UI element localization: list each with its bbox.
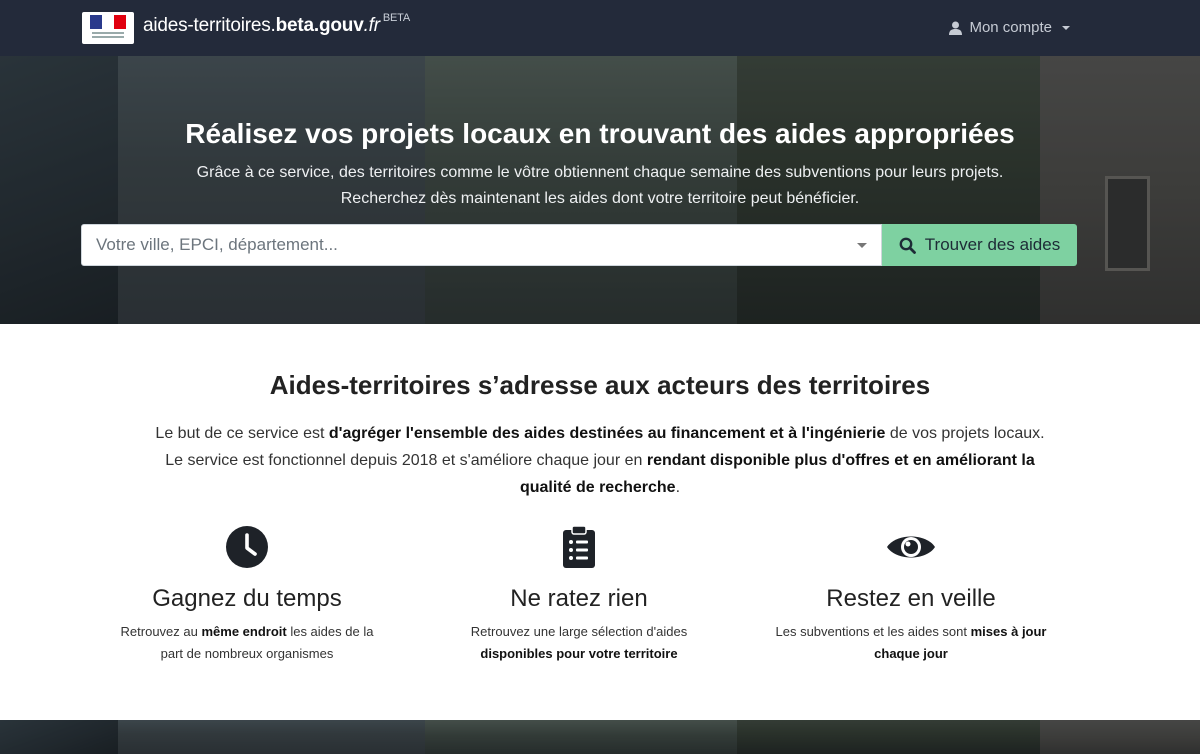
feature-description: Retrouvez une large sélection d'aides di…	[470, 624, 688, 661]
hero-subtitle-line-2: Recherchez dès maintenant les aides dont…	[340, 190, 860, 207]
beta-badge: BETA	[382, 12, 410, 24]
site-brand-link[interactable]: aides-territoires.beta.gouv.fr BETA	[143, 12, 410, 37]
feature-description: Retrouvez au même endroit les aides de l…	[120, 624, 374, 661]
hero-section: Réalisez vos projets locaux en trouvant …	[0, 56, 1200, 324]
brand-suffix: .fr	[363, 15, 381, 36]
dropdown-caret-icon[interactable]	[857, 242, 867, 248]
about-line-3: qualité de recherche.	[519, 479, 681, 496]
feature-description: Les subventions et les aides sont mises …	[775, 624, 1047, 661]
brand-prefix: aides-territoires.	[143, 15, 276, 36]
feature-title: Restez en veille	[826, 585, 996, 612]
clock-icon	[87, 525, 407, 569]
about-title: Aides-territoires s’adresse aux acteurs …	[269, 370, 931, 400]
about-intro: Le but de ce service est d'agréger l'ens…	[0, 420, 1200, 501]
territory-search-input[interactable]	[96, 235, 857, 255]
flag-icon	[90, 15, 126, 29]
bottom-photo-strip	[0, 720, 1200, 754]
top-navbar: aides-territoires.beta.gouv.fr BETA Mon c…	[0, 0, 1200, 56]
eye-icon	[751, 525, 1071, 569]
about-line-1: Le but de ce service est d'agréger l'ens…	[155, 425, 1045, 442]
brand-bold: beta.gouv	[275, 15, 364, 36]
search-icon	[899, 237, 916, 254]
find-aids-button[interactable]: Trouver des aides	[882, 224, 1077, 266]
hero-subtitle-line-1: Grâce à ce service, des territoires comm…	[196, 164, 1004, 181]
about-line-2: Le service est fonctionnel depuis 2018 e…	[165, 452, 1035, 469]
feature-save-time: Gagnez du temps Retrouvez au même endroi…	[87, 525, 407, 665]
hero-subtitle: Grâce à ce service, des territoires comm…	[0, 160, 1200, 212]
feature-title: Gagnez du temps	[152, 585, 342, 612]
chevron-down-icon	[1062, 25, 1070, 30]
hero-title: Réalisez vos projets locaux en trouvant …	[185, 118, 1015, 149]
clipboard-list-icon	[419, 525, 739, 569]
account-label: Mon compte	[969, 19, 1052, 36]
user-icon	[949, 21, 963, 35]
feature-miss-nothing: Ne ratez rien Retrouvez une large sélect…	[419, 525, 739, 665]
feature-title: Ne ratez rien	[510, 585, 648, 612]
feature-stay-informed: Restez en veille Les subventions et les …	[751, 525, 1071, 665]
find-aids-label: Trouver des aides	[924, 235, 1061, 254]
bottom-overlay	[0, 720, 1200, 754]
republique-francaise-logo[interactable]	[82, 12, 134, 44]
territory-search-field[interactable]	[81, 224, 882, 266]
territory-search-form: Trouver des aides	[81, 224, 1077, 266]
account-menu-button[interactable]: Mon compte	[949, 19, 1070, 36]
